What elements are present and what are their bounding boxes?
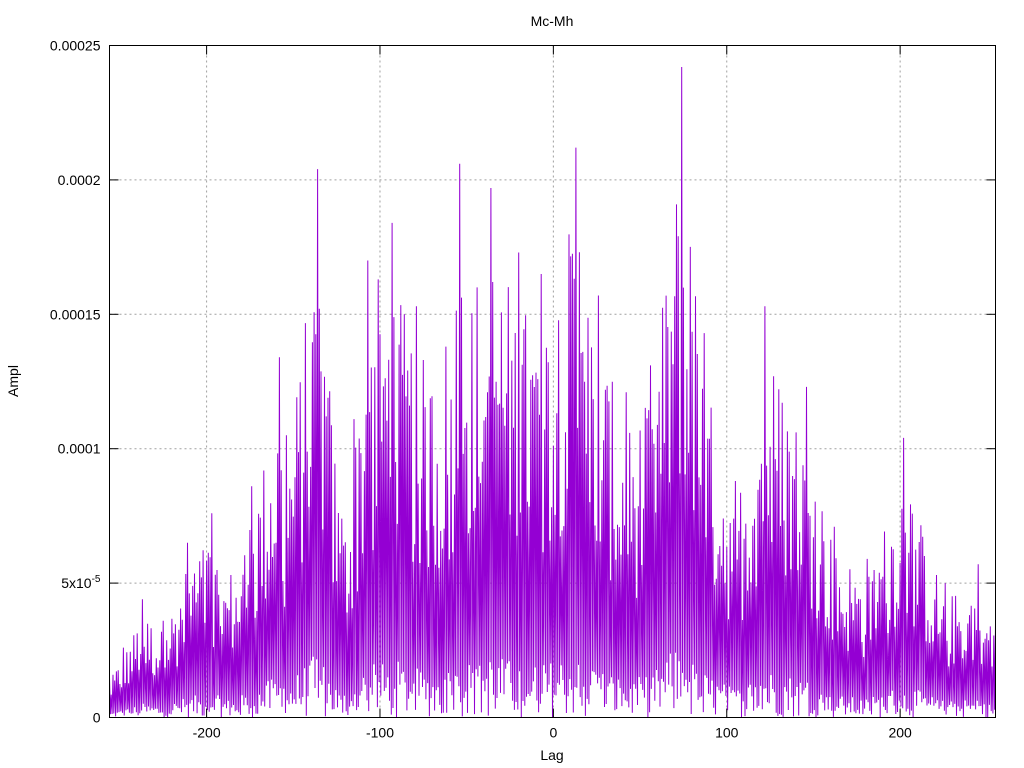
x-tick-label: -200 bbox=[193, 725, 221, 741]
x-tick-label: 100 bbox=[715, 725, 739, 741]
y-tick-label: 0.0002 bbox=[58, 172, 101, 188]
y-tick-label: 0.00015 bbox=[50, 306, 101, 322]
y-tick-label: 0.00025 bbox=[50, 38, 101, 54]
y-axis-label: Ampl bbox=[5, 365, 21, 397]
x-tick-label: 0 bbox=[549, 725, 557, 741]
x-tick-label: -100 bbox=[366, 725, 394, 741]
x-tick-label: 200 bbox=[888, 725, 912, 741]
y-tick-label: 0 bbox=[93, 710, 101, 726]
y-tick-label: 0.0001 bbox=[58, 441, 101, 457]
y-tick-exponent: -5 bbox=[92, 574, 101, 585]
chart-title: Mc-Mh bbox=[531, 13, 574, 29]
chart: 05x10-50.00010.000150.00020.00025-200 -10… bbox=[0, 0, 1024, 768]
x-axis-label: Lag bbox=[540, 747, 563, 763]
